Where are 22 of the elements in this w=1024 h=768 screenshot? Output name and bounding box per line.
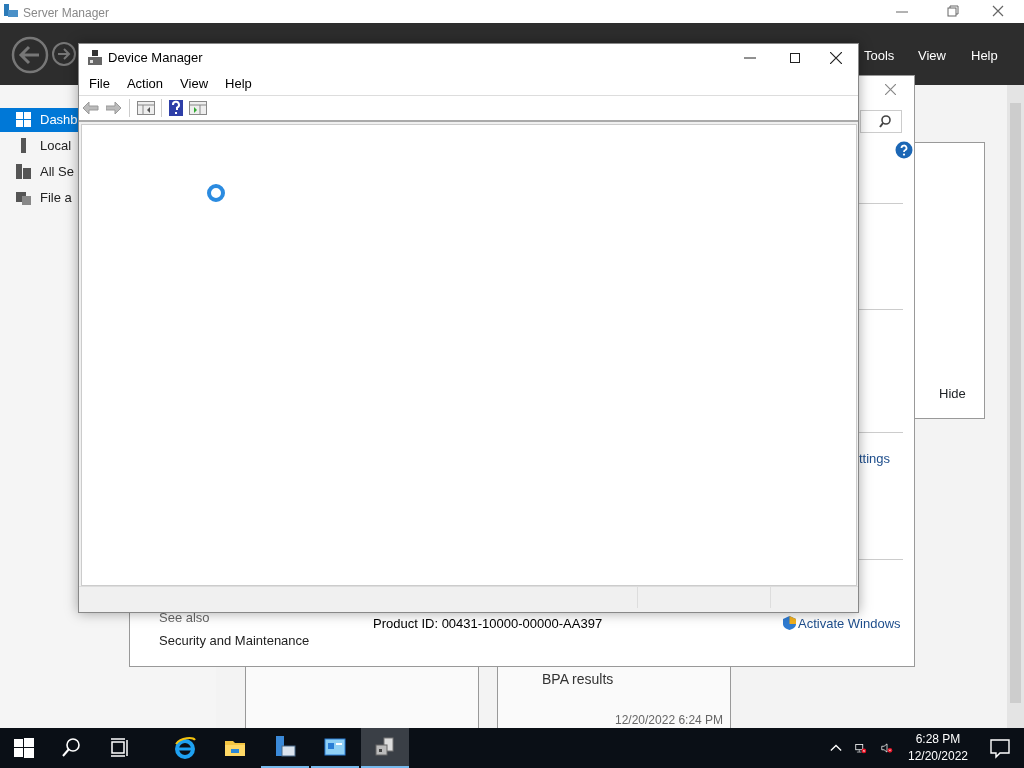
menu-item[interactable]: Action xyxy=(116,73,171,94)
menu-item[interactable]: Help xyxy=(215,73,259,94)
tile-title: BPA results xyxy=(542,670,614,689)
window-title: Server Manager xyxy=(23,5,110,22)
product-id: Product ID: 00431-10000-00000-AA397 xyxy=(373,615,603,633)
activate-link[interactable]: Activate Windows xyxy=(798,614,901,634)
hide-button[interactable]: Hide xyxy=(930,382,975,406)
window-title: Device Manager xyxy=(108,49,203,68)
clock: 6:28 PM xyxy=(915,731,961,748)
menu-item[interactable]: View xyxy=(918,46,946,66)
security-link[interactable]: Security and Maintenance xyxy=(159,631,310,651)
menu-item[interactable]: Tools xyxy=(864,46,895,66)
sidebar-item[interactable]: File a xyxy=(0,186,78,210)
menu-item[interactable]: Help xyxy=(971,46,998,66)
sidebar-item[interactable]: All Se xyxy=(0,160,78,184)
menu-item[interactable]: View xyxy=(170,73,216,94)
date: 12/20/2022 xyxy=(907,748,969,765)
menu-item[interactable]: File xyxy=(79,73,117,94)
timestamp: 12/20/2022 6:24 PM xyxy=(615,712,724,729)
settings-link[interactable]: ttings xyxy=(859,449,891,469)
section-heading: See also xyxy=(159,609,210,627)
sidebar-item[interactable]: Local xyxy=(0,134,78,158)
